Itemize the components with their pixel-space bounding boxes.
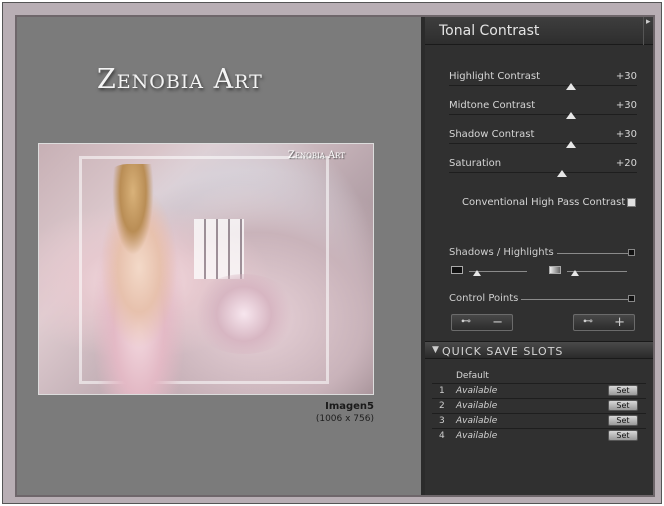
slot-row[interactable]: 3 Available Set [432, 413, 646, 427]
slider-value: +30 [615, 100, 637, 111]
slider-value: +30 [615, 71, 637, 82]
slot-set-button[interactable]: Set [608, 385, 638, 396]
preview-area: Zenobia Art Zenobia Art Imagen5 (1006 x … [17, 17, 421, 495]
quick-save-header[interactable]: ▼ QUICK SAVE SLOTS [425, 341, 653, 359]
image-size: (1006 x 756) [315, 414, 374, 424]
slot-name: Available [456, 416, 498, 426]
slot-name: Available [456, 386, 498, 396]
plus-icon: + [614, 315, 625, 330]
slider-row[interactable]: Midtone Contrast +30 [449, 100, 637, 128]
image-flowers [189, 274, 299, 354]
slot-number: 4 [439, 431, 445, 441]
high-pass-checkbox[interactable] [627, 198, 636, 207]
control-panel: Tonal Contrast ▸ Highlight Contrast +30 Mi… [425, 17, 653, 495]
slider-row[interactable]: Highlight Contrast +30 [449, 71, 637, 99]
shadows-highlights-expand-icon[interactable] [628, 249, 635, 256]
slider-thumb[interactable] [556, 170, 567, 177]
slider-label: Highlight Contrast [449, 71, 541, 82]
slider-label: Midtone Contrast [449, 100, 536, 111]
slider-track[interactable] [449, 114, 637, 115]
control-point-pin-icon: ⊷ [461, 316, 471, 327]
shadows-highlights-label[interactable]: Shadows / Highlights [449, 247, 557, 258]
slider-label: Saturation [449, 158, 502, 169]
slider-track[interactable] [449, 85, 637, 86]
slot-row[interactable]: 4 Available Set [432, 428, 646, 442]
quick-save-slots: Default 1 Available Set 2 Available Set 3 Avail… [432, 363, 646, 443]
slider-value: +20 [615, 158, 637, 169]
panel-title: Tonal Contrast [439, 23, 540, 39]
slot-name: Available [456, 431, 498, 441]
app-window: Zenobia Art Zenobia Art Imagen5 (1006 x … [15, 15, 655, 497]
image-watermark: Zenobia Art [287, 150, 345, 161]
chevron-down-icon: ▼ [432, 345, 439, 355]
slot-name: Available [456, 401, 498, 411]
image-name: Imagen5 [325, 401, 374, 412]
slider-row[interactable]: Shadow Contrast +30 [449, 129, 637, 157]
slot-row[interactable]: 2 Available Set [432, 398, 646, 412]
minus-icon: − [492, 315, 503, 330]
control-points-label[interactable]: Control Points [449, 293, 522, 304]
image-figure [79, 164, 199, 394]
panel-header[interactable]: Tonal Contrast ▸ [425, 17, 653, 45]
quick-save-title: QUICK SAVE SLOTS [442, 345, 564, 358]
panel-collapse-icon[interactable]: ▸ [643, 17, 653, 45]
slider-row[interactable]: Saturation +20 [449, 158, 637, 186]
shadows-slider-thumb[interactable] [473, 270, 481, 276]
highlights-swatch-icon [549, 266, 561, 274]
slot-number: 2 [439, 401, 445, 411]
preview-image[interactable]: Zenobia Art [38, 143, 374, 395]
shadows-swatch-icon [451, 266, 463, 274]
add-control-point-button[interactable]: ⊷ + [573, 314, 635, 331]
slot-set-button[interactable]: Set [608, 430, 638, 441]
slider-thumb[interactable] [566, 141, 577, 148]
high-pass-label: Conventional High Pass Contrast [462, 197, 626, 208]
slot-row[interactable]: 1 Available Set [432, 383, 646, 397]
slot-default-label[interactable]: Default [456, 371, 489, 381]
slot-number: 1 [439, 386, 445, 396]
brand-title: Zenobia Art [97, 64, 263, 95]
slot-set-button[interactable]: Set [608, 400, 638, 411]
slider-thumb[interactable] [566, 83, 577, 90]
slider-track[interactable] [449, 143, 637, 144]
slider-track[interactable] [449, 172, 637, 173]
slot-number: 3 [439, 416, 445, 426]
window-frame: Zenobia Art Zenobia Art Imagen5 (1006 x … [2, 2, 662, 504]
remove-control-point-button[interactable]: ⊷ − [451, 314, 513, 331]
slider-thumb[interactable] [566, 112, 577, 119]
slot-set-button[interactable]: Set [608, 415, 638, 426]
slider-value: +30 [615, 129, 637, 140]
slider-label: Shadow Contrast [449, 129, 535, 140]
highlights-slider-thumb[interactable] [571, 270, 579, 276]
control-point-pin-icon: ⊷ [583, 316, 593, 327]
control-points-expand-icon[interactable] [628, 295, 635, 302]
image-window [194, 219, 244, 279]
